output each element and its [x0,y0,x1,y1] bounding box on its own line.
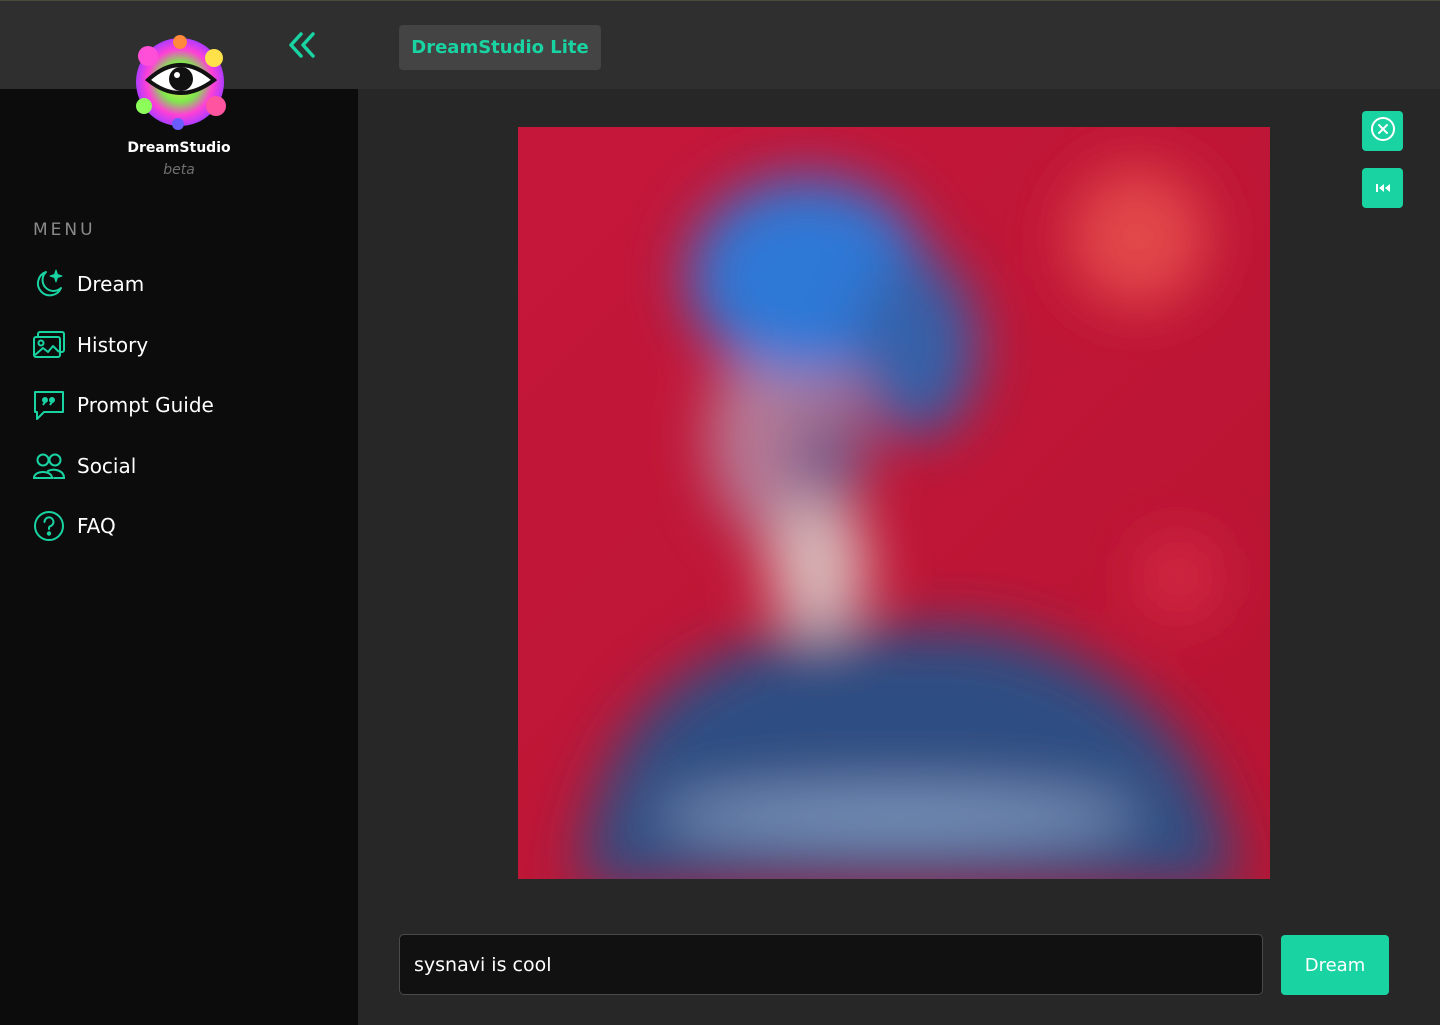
question-circle-icon [31,508,67,544]
sidebar-item-dream[interactable]: Dream [31,264,144,304]
sidebar-item-label: Social [77,454,137,478]
tab-dreamstudio-lite[interactable]: DreamStudio Lite [399,25,601,70]
sidebar: MENU Dream History Prompt Guide Social F… [0,89,358,1025]
brand-name: DreamStudio [127,140,231,156]
collapse-sidebar-button[interactable] [286,30,318,60]
menu-heading: MENU [33,220,96,240]
dream-button[interactable]: Dream [1281,935,1389,995]
generated-image [518,127,1270,879]
moon-stars-icon [31,266,67,302]
sidebar-item-history[interactable]: History [31,325,148,365]
rewind-button[interactable] [1362,168,1403,208]
prompt-input[interactable] [399,934,1263,995]
sidebar-item-label: Dream [77,272,145,296]
sidebar-item-faq[interactable]: FAQ [31,506,116,546]
close-circle-icon [1370,116,1396,146]
sidebar-item-label: FAQ [77,514,116,538]
close-image-button[interactable] [1362,111,1403,151]
sidebar-item-label: History [77,333,149,357]
sidebar-item-social[interactable]: Social [31,446,136,486]
brand-subtitle: beta [163,162,195,178]
quote-bubble-icon [31,387,67,423]
images-icon [31,327,67,363]
dreamstudio-logo[interactable] [128,34,232,130]
double-chevron-left-icon [286,32,318,64]
users-icon [31,448,67,484]
sidebar-item-prompt-guide[interactable]: Prompt Guide [31,385,214,425]
skip-back-icon [1375,179,1391,198]
sidebar-item-label: Prompt Guide [77,393,214,417]
